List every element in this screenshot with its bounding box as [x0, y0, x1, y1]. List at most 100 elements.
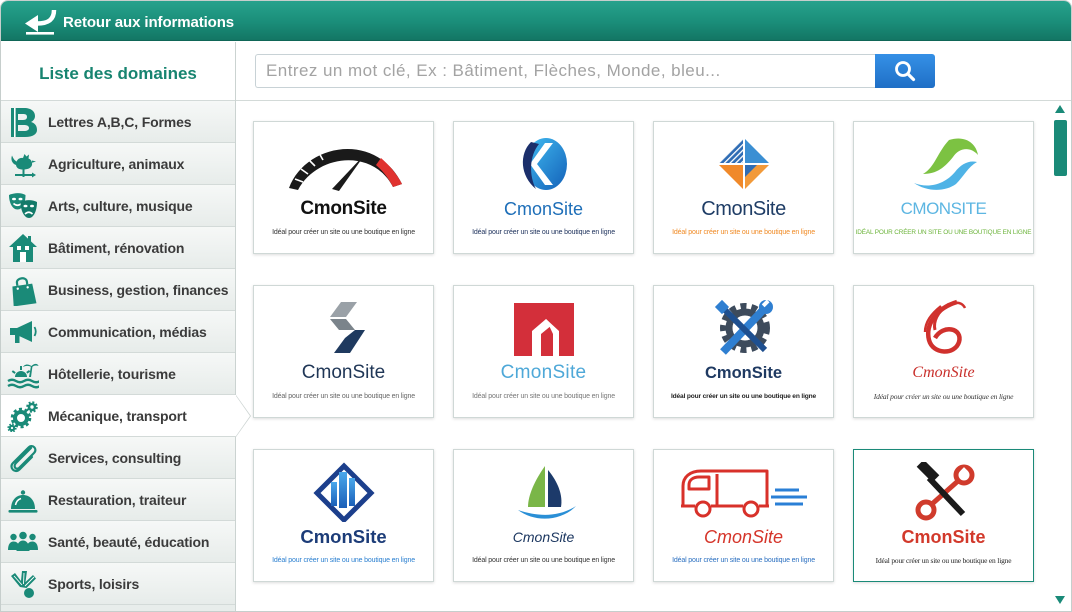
logo-name: CmonSite: [703, 527, 784, 547]
diamond-logo: [679, 134, 809, 194]
logo-card[interactable]: CmonSite Idéal pour créer un site ou une…: [653, 285, 834, 418]
logo-tagline: IDÉAL POUR CRÉER UN SITE OU UNE BOUTIQUE…: [855, 229, 1032, 236]
search-button[interactable]: [875, 54, 935, 88]
hammer-wrench-logo: [879, 462, 1009, 522]
sidebar-item-label: Arts, culture, musique: [48, 198, 193, 214]
wave-s-logo: [879, 134, 1009, 194]
sidebar-title: Liste des domaines: [1, 42, 235, 101]
logo-card[interactable]: CmonSite Idéal pour créer un site ou une…: [253, 121, 434, 254]
sidebar-item-label: Business, gestion, finances: [48, 282, 229, 298]
logo-card[interactable]: CmonSite Idéal pour créer un site ou une…: [453, 121, 634, 254]
sidebar-item-services[interactable]: Services, consulting: [1, 437, 235, 479]
logo-tagline: Idéal pour créer un site ou une boutique…: [472, 393, 615, 400]
sidebar-item-label: Services, consulting: [48, 450, 182, 466]
gear-wrench-logo: [679, 298, 809, 358]
logo-name: CmonSite: [300, 526, 387, 547]
logo-name: CmonSite: [901, 527, 986, 547]
shuttlecock-icon: [7, 568, 39, 600]
logo-grid: CmonSite Idéal pour créer un site ou une…: [253, 121, 1034, 582]
logo-name: CmonSite: [704, 364, 782, 382]
sidebar-item-batiment[interactable]: Bâtiment, rénovation: [1, 227, 235, 269]
chevron-logo: [279, 298, 409, 358]
sidebar-item-label: Restauration, traiteur: [48, 492, 187, 508]
logo-tagline: Idéal pour créer un site ou une boutique…: [875, 556, 1012, 565]
logo-tagline: Idéal pour créer un site ou une boutique…: [672, 229, 815, 236]
sidebar-item-hotellerie[interactable]: Hôtellerie, tourisme: [1, 353, 235, 395]
scroll-thumb[interactable]: [1054, 120, 1067, 176]
logo-card[interactable]: CmonSite Idéal pour créer un site ou une…: [653, 449, 834, 582]
logo-tagline: Idéal pour créer un site ou une boutique…: [272, 229, 415, 236]
sidebar-item-restauration[interactable]: Restauration, traiteur: [1, 479, 235, 521]
logo-name: CMONSITE: [900, 199, 987, 218]
logo-name: CmonSite: [912, 364, 975, 381]
megaphone-icon: [7, 316, 39, 348]
logo-tagline: Idéal pour créer un site ou une boutique…: [472, 229, 615, 236]
house-icon: [7, 232, 39, 264]
logo-tagline: Idéal pour créer un site ou une boutique…: [272, 393, 415, 400]
scroll-down-arrow-icon[interactable]: [1054, 595, 1066, 605]
sidebar-item-label: Sports, loisirs: [48, 576, 140, 592]
beach-icon: [7, 358, 39, 390]
truck-logo: [679, 462, 809, 522]
speedometer-logo: [279, 134, 409, 194]
sidebar-item-business[interactable]: Business, gestion, finances: [1, 269, 235, 311]
logo-card[interactable]: CmonSite Idéal pour créer un site ou une…: [253, 285, 434, 418]
sidebar-item-label: Hôtellerie, tourisme: [48, 366, 176, 382]
shopping-bag-icon: [7, 274, 39, 306]
logo-card[interactable]: CmonSite Idéal pour créer un site ou une…: [453, 449, 634, 582]
back-label: Retour aux informations: [63, 13, 235, 31]
domain-list: Lettres A,B,C, Formes Agriculture, anima…: [1, 101, 251, 611]
building-diamond-logo: [279, 462, 409, 522]
logo-tagline: Idéal pour créer un site ou une boutique…: [272, 557, 415, 564]
sidebar-item-label: Lettres A,B,C, Formes: [48, 114, 192, 130]
sidebar-item-label: Mécanique, transport: [48, 408, 187, 424]
sidebar-item-label: Agriculture, animaux: [48, 156, 185, 172]
letter-b-icon: [7, 106, 39, 138]
sailboat-logo: [479, 462, 609, 522]
sidebar-item-lettres[interactable]: Lettres A,B,C, Formes: [1, 101, 235, 143]
sidebar-item-sante[interactable]: Santé, beauté, éducation: [1, 521, 235, 563]
logo-name: CmonSite: [500, 362, 587, 383]
sidebar-item-mecanique[interactable]: Mécanique, transport: [1, 395, 251, 437]
logo-tagline: Idéal pour créer un site ou une boutique…: [873, 392, 1014, 401]
logo-name: CmonSite: [301, 362, 386, 383]
logo-card[interactable]: CmonSite Idéal pour créer un site ou une…: [853, 285, 1034, 418]
sidebar-item-label: Bâtiment, rénovation: [48, 240, 185, 256]
sidebar-item-communication[interactable]: Communication, médias: [1, 311, 235, 353]
red-square-logo: [479, 298, 609, 358]
back-link[interactable]: Retour aux informations: [23, 7, 234, 37]
sidebar-item-agriculture[interactable]: Agriculture, animaux: [1, 143, 235, 185]
vertical-scrollbar[interactable]: [1049, 101, 1071, 611]
blue-circle-logo: [479, 134, 609, 194]
rooster-icon: [7, 148, 39, 180]
header-bar: Retour aux informations: [1, 1, 1071, 41]
logo-name: CmonSite: [300, 198, 387, 219]
people-icon: [7, 526, 39, 558]
sidebar: Liste des domaines Lettres A,B,C, Formes…: [1, 42, 251, 611]
logo-card[interactable]: CmonSite Idéal pour créer un site ou une…: [253, 449, 434, 582]
logo-tagline: Idéal pour créer un site ou une boutique…: [672, 557, 815, 564]
search-icon: [895, 61, 916, 82]
gears-icon: [7, 400, 39, 432]
sidebar-item-sports[interactable]: Sports, loisirs: [1, 563, 235, 605]
logo-card[interactable]: CmonSite Idéal pour créer un site ou une…: [653, 121, 834, 254]
sidebar-item-label: Communication, médias: [48, 324, 207, 340]
back-arrow-icon: [25, 9, 57, 35]
logo-card[interactable]: CmonSite Idéal pour créer un site ou une…: [453, 285, 634, 418]
scroll-up-arrow-icon[interactable]: [1054, 104, 1066, 114]
logo-name: CmonSite: [512, 529, 575, 545]
sidebar-item-arts[interactable]: Arts, culture, musique: [1, 185, 235, 227]
logo-card[interactable]: CmonSite Idéal pour créer un site ou une…: [853, 449, 1034, 582]
theater-masks-icon: [7, 190, 39, 222]
logo-card[interactable]: CMONSITE IDÉAL POUR CRÉER UN SITE OU UNE…: [853, 121, 1034, 254]
search-input[interactable]: [255, 54, 875, 88]
cloche-icon: [7, 484, 39, 516]
paperclip-icon: [7, 442, 39, 474]
app-window: Retour aux informations Liste des domain…: [0, 0, 1072, 612]
logo-tagline: Idéal pour créer un site ou une boutique…: [472, 557, 615, 564]
logo-name: CmonSite: [701, 198, 786, 220]
logo-tagline: Idéal pour créer un site ou une boutique…: [670, 393, 817, 400]
red-swirl-logo: [879, 298, 1009, 358]
sidebar-item-label: Santé, beauté, éducation: [48, 534, 210, 550]
logo-name: CmonSite: [503, 199, 584, 219]
